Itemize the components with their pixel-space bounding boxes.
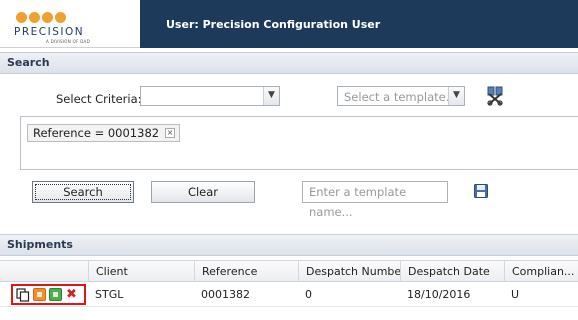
user-title: User: Precision Configuration User — [166, 17, 381, 31]
column-header-reference[interactable]: Reference — [194, 261, 298, 282]
tag-remove-icon[interactable]: × — [165, 128, 176, 138]
criteria-tag-text: Reference = 0001382 — [33, 126, 160, 140]
column-header-despatch-date[interactable]: Despatch Date — [400, 261, 504, 282]
table-row[interactable]: STGL 0001382 0 18/10/2016 U — [0, 283, 578, 307]
column-header-compliance[interactable]: Complian... — [504, 261, 578, 282]
grid-header: Client Reference Despatch Number Despatc… — [0, 260, 578, 282]
criteria-select[interactable]: ▼ — [140, 86, 280, 106]
copy-icon[interactable] — [16, 287, 30, 302]
row-actions: ✖ — [11, 284, 86, 305]
column-header-despatch-number[interactable]: Despatch Number — [298, 261, 400, 282]
save-icon[interactable] — [474, 184, 488, 198]
template-name-input[interactable]: Enter a template name... — [302, 181, 448, 219]
template-select-placeholder: Select a template. — [344, 90, 450, 104]
cell-reference: 0001382 — [201, 288, 250, 301]
header-bar: User: Precision Configuration User — [140, 0, 578, 48]
cell-despatch-date: 18/10/2016 — [407, 288, 471, 301]
shipments-section-header: Shipments — [0, 234, 578, 256]
column-header-client[interactable]: Client — [88, 261, 194, 282]
criteria-tag: Reference = 0001382 × — [27, 124, 181, 142]
cell-compliance: U — [511, 288, 520, 301]
cell-despatch-number: 0 — [305, 288, 312, 301]
logo-subtext: A DIVISION OF DAD — [46, 39, 90, 44]
chevron-down-icon[interactable]: ▼ — [263, 87, 279, 105]
criteria-tag-box[interactable]: Reference = 0001382 × — [20, 116, 578, 170]
logo: PRECISION A DIVISION OF DAD — [0, 0, 140, 48]
search-button[interactable]: Search — [32, 181, 134, 203]
select-criteria-label: Select Criteria: — [56, 92, 142, 106]
template-select[interactable]: Select a template. ▼ — [337, 86, 465, 106]
view-icon[interactable] — [49, 288, 62, 301]
tools-icon[interactable] — [486, 86, 504, 106]
logo-dots — [16, 12, 66, 23]
column-header-actions — [0, 261, 88, 282]
clear-button[interactable]: Clear — [151, 181, 255, 203]
chevron-down-icon[interactable]: ▼ — [448, 87, 464, 105]
logo-text: PRECISION — [14, 26, 85, 38]
search-section-header: Search — [0, 52, 578, 74]
edit-icon[interactable] — [33, 288, 46, 301]
delete-icon[interactable]: ✖ — [65, 288, 78, 301]
app-header: PRECISION A DIVISION OF DAD User: Precis… — [0, 0, 578, 48]
cell-client: STGL — [95, 288, 124, 301]
